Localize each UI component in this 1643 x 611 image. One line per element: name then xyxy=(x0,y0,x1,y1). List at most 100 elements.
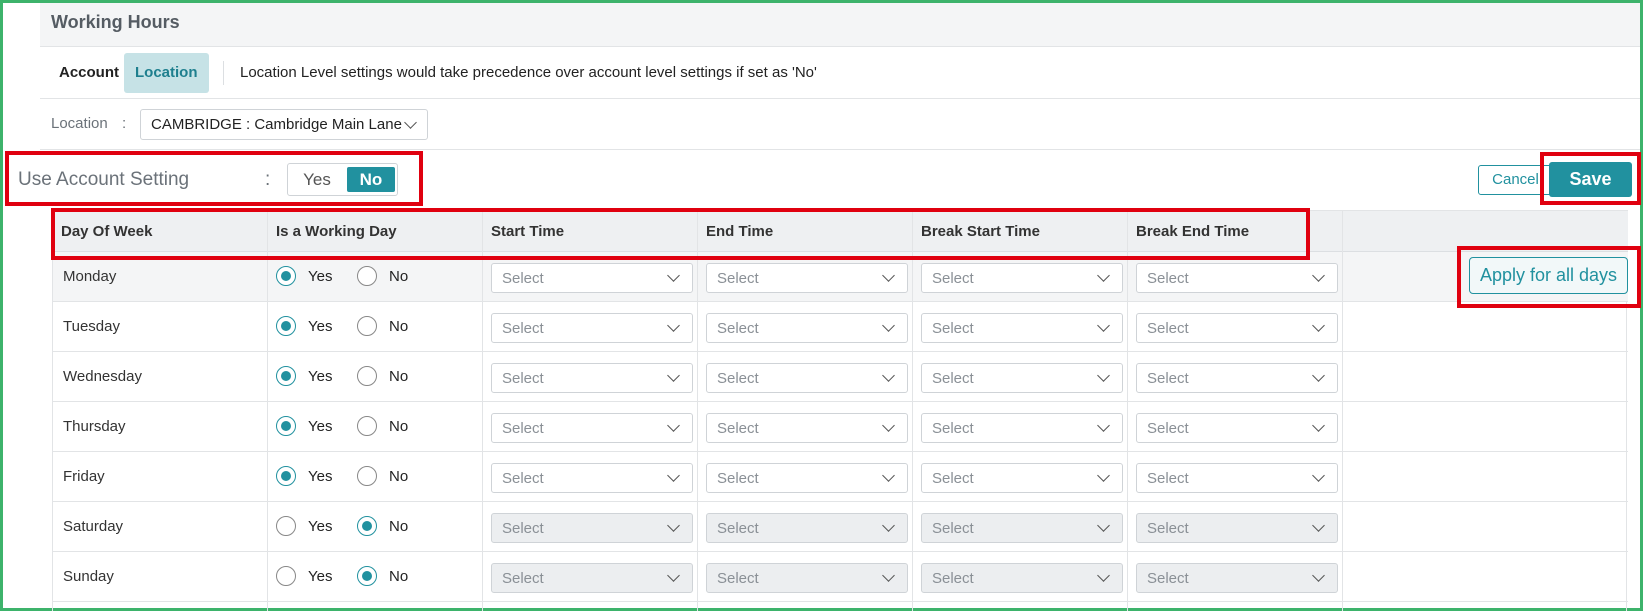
working-day-yes-radio[interactable] xyxy=(276,266,296,286)
break-end-select[interactable]: Select xyxy=(1136,463,1338,493)
chevron-down-icon xyxy=(667,269,680,282)
table-row: Thursday Yes No Select Select Select Select xyxy=(53,402,1628,452)
chevron-down-icon xyxy=(882,569,895,582)
select-placeholder: Select xyxy=(1147,470,1189,487)
column-divider xyxy=(267,210,268,611)
start-time-select[interactable]: Select xyxy=(491,363,693,393)
select-placeholder: Select xyxy=(932,520,974,537)
table-row: Wednesday Yes No Select Select Select Select xyxy=(53,352,1628,402)
working-hours-table: Day Of Week Is a Working Day Start Time … xyxy=(52,210,1628,611)
use-account-setting-yes[interactable]: Yes xyxy=(292,167,342,192)
start-time-select[interactable]: Select xyxy=(491,263,693,293)
select-placeholder: Select xyxy=(717,270,759,287)
column-divider xyxy=(1342,210,1343,611)
start-time-select[interactable]: Select xyxy=(491,413,693,443)
table-row: Tuesday Yes No Select Select Select Select xyxy=(53,302,1628,352)
start-time-select[interactable]: Select xyxy=(491,513,693,543)
chevron-down-icon xyxy=(1312,319,1325,332)
select-placeholder: Select xyxy=(717,370,759,387)
location-dropdown-value: CAMBRIDGE : Cambridge Main Lane xyxy=(151,116,402,133)
working-day-no-label: No xyxy=(389,568,409,585)
chevron-down-icon xyxy=(882,369,895,382)
use-account-setting-toggle: Yes No xyxy=(287,163,398,196)
working-day-yes-radio[interactable] xyxy=(276,466,296,486)
break-start-select[interactable]: Select xyxy=(921,463,1123,493)
break-end-select[interactable]: Select xyxy=(1136,363,1338,393)
table-row: Friday Yes No Select Select Select Select xyxy=(53,452,1628,502)
select-placeholder: Select xyxy=(1147,370,1189,387)
working-day-yes-radio[interactable] xyxy=(276,566,296,586)
break-start-select[interactable]: Select xyxy=(921,413,1123,443)
use-account-setting-label: Use Account Setting xyxy=(18,169,190,190)
chevron-down-icon xyxy=(1312,569,1325,582)
working-day-no-radio[interactable] xyxy=(357,566,377,586)
select-placeholder: Select xyxy=(502,370,544,387)
working-day-yes-radio[interactable] xyxy=(276,366,296,386)
working-day-yes-radio[interactable] xyxy=(276,516,296,536)
chevron-down-icon xyxy=(1312,519,1325,532)
chevron-down-icon xyxy=(1097,519,1110,532)
end-time-select[interactable]: Select xyxy=(706,563,908,593)
break-start-select[interactable]: Select xyxy=(921,263,1123,293)
select-placeholder: Select xyxy=(502,470,544,487)
chevron-down-icon xyxy=(1097,319,1110,332)
select-placeholder: Select xyxy=(502,270,544,287)
break-start-select[interactable]: Select xyxy=(921,563,1123,593)
working-day-no-radio[interactable] xyxy=(357,316,377,336)
start-time-select[interactable]: Select xyxy=(491,463,693,493)
column-divider xyxy=(482,210,483,611)
day-name: Tuesday xyxy=(63,318,120,335)
working-day-no-radio[interactable] xyxy=(357,366,377,386)
chevron-down-icon xyxy=(882,419,895,432)
end-time-select[interactable]: Select xyxy=(706,413,908,443)
end-time-select[interactable]: Select xyxy=(706,513,908,543)
highlight-table-header xyxy=(51,208,1310,260)
day-name: Wednesday xyxy=(63,368,142,385)
working-day-no-radio[interactable] xyxy=(357,266,377,286)
break-end-select[interactable]: Select xyxy=(1136,263,1338,293)
break-start-select[interactable]: Select xyxy=(921,513,1123,543)
chevron-down-icon xyxy=(667,469,680,482)
chevron-down-icon xyxy=(1312,419,1325,432)
select-placeholder: Select xyxy=(717,420,759,437)
break-end-select[interactable]: Select xyxy=(1136,313,1338,343)
working-day-no-radio[interactable] xyxy=(357,516,377,536)
tab-account[interactable]: Account xyxy=(48,53,130,93)
working-day-yes-label: Yes xyxy=(308,318,333,335)
end-time-select[interactable]: Select xyxy=(706,313,908,343)
chevron-down-icon xyxy=(882,519,895,532)
select-placeholder: Select xyxy=(502,320,544,337)
working-day-yes-radio[interactable] xyxy=(276,316,296,336)
break-start-select[interactable]: Select xyxy=(921,313,1123,343)
working-day-yes-label: Yes xyxy=(308,468,333,485)
break-end-select[interactable]: Select xyxy=(1136,563,1338,593)
end-time-select[interactable]: Select xyxy=(706,263,908,293)
working-day-no-radio[interactable] xyxy=(357,466,377,486)
select-placeholder: Select xyxy=(717,320,759,337)
location-colon: : xyxy=(122,115,127,132)
chevron-down-icon xyxy=(404,116,417,129)
end-time-select[interactable]: Select xyxy=(706,463,908,493)
start-time-select[interactable]: Select xyxy=(491,563,693,593)
end-time-select[interactable]: Select xyxy=(706,363,908,393)
select-placeholder: Select xyxy=(932,320,974,337)
save-button[interactable]: Save xyxy=(1549,162,1632,197)
tab-location[interactable]: Location xyxy=(124,53,209,93)
apply-for-all-days-button[interactable]: Apply for all days xyxy=(1469,257,1628,294)
break-start-select[interactable]: Select xyxy=(921,363,1123,393)
select-placeholder: Select xyxy=(932,270,974,287)
working-day-yes-radio[interactable] xyxy=(276,416,296,436)
select-placeholder: Select xyxy=(502,570,544,587)
start-time-select[interactable]: Select xyxy=(491,313,693,343)
break-end-select[interactable]: Select xyxy=(1136,413,1338,443)
working-day-no-radio[interactable] xyxy=(357,416,377,436)
use-account-setting-no[interactable]: No xyxy=(347,167,395,192)
location-dropdown[interactable]: CAMBRIDGE : Cambridge Main Lane xyxy=(140,109,428,140)
table-row: Sunday Yes No Select Select Select Select xyxy=(53,552,1628,602)
chevron-down-icon xyxy=(1312,469,1325,482)
break-end-select[interactable]: Select xyxy=(1136,513,1338,543)
select-placeholder: Select xyxy=(932,570,974,587)
chevron-down-icon xyxy=(1312,269,1325,282)
select-placeholder: Select xyxy=(932,420,974,437)
select-placeholder: Select xyxy=(1147,570,1189,587)
